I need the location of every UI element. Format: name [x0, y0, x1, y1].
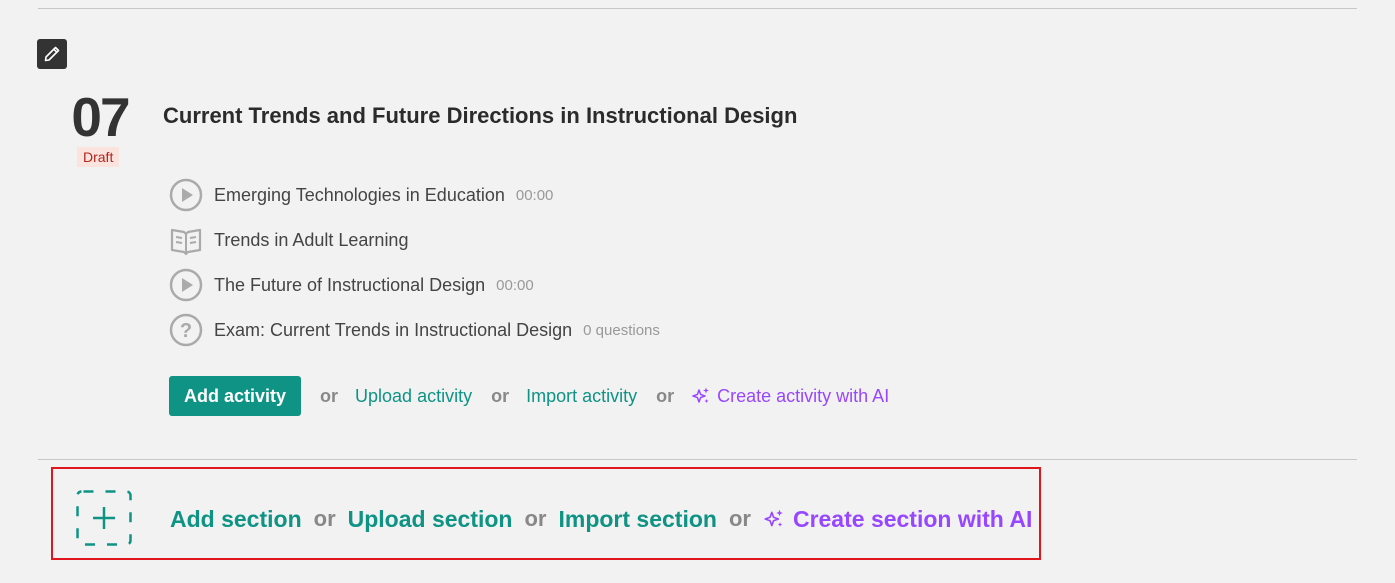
activity-item[interactable]: Trends in Adult Learning — [169, 223, 408, 257]
pencil-icon — [44, 46, 60, 62]
add-section-link[interactable]: Add section — [170, 506, 302, 533]
or-separator: or — [491, 385, 510, 406]
svg-text:?: ? — [180, 320, 192, 342]
activity-name: The Future of Instructional Design — [214, 274, 486, 295]
add-section-plus-button[interactable] — [76, 490, 132, 546]
section-title[interactable]: Current Trends and Future Directions in … — [163, 103, 797, 129]
activity-item[interactable]: ? Exam: Current Trends in Instructional … — [169, 313, 660, 347]
sparkle-icon — [692, 387, 710, 403]
or-separator: or — [313, 506, 336, 531]
activity-duration: 00:00 — [496, 276, 534, 294]
activity-item[interactable]: Emerging Technologies in Education 00:00 — [169, 178, 553, 212]
play-circle-icon — [169, 178, 203, 212]
sparkle-icon — [764, 509, 783, 527]
edit-section-button[interactable] — [37, 39, 67, 69]
or-separator: or — [524, 506, 547, 531]
activity-name: Trends in Adult Learning — [214, 229, 409, 250]
status-badge: Draft — [77, 147, 120, 167]
create-activity-ai-label: Create activity with AI — [717, 385, 890, 406]
divider-top — [38, 8, 1357, 9]
activity-duration: 00:00 — [515, 186, 554, 204]
import-section-link[interactable]: Import section — [558, 506, 716, 533]
section-actions: Add section or Upload section or Import … — [170, 500, 1032, 538]
activity-actions: Add activity or Upload activity or Impor… — [169, 376, 889, 416]
import-activity-link[interactable]: Import activity — [526, 386, 637, 407]
activity-name: Emerging Technologies in Education — [214, 184, 505, 205]
question-circle-icon: ? — [169, 313, 203, 347]
activity-name: Exam: Current Trends in Instructional De… — [214, 319, 573, 340]
upload-activity-link[interactable]: Upload activity — [355, 386, 472, 407]
or-separator: or — [656, 385, 675, 406]
dashed-plus-icon — [76, 490, 132, 546]
section-number: 07 — [71, 86, 130, 148]
book-icon — [169, 223, 203, 257]
activity-question-count: 0 questions — [583, 321, 660, 339]
or-separator: or — [728, 506, 751, 531]
upload-section-link[interactable]: Upload section — [348, 506, 513, 533]
play-circle-icon — [169, 268, 203, 302]
activity-item[interactable]: The Future of Instructional Design 00:00 — [169, 268, 534, 302]
create-activity-ai-link[interactable]: Create activity with AI — [691, 386, 889, 407]
create-section-ai-link[interactable]: Create section with AI — [763, 506, 1032, 533]
add-activity-button[interactable]: Add activity — [169, 376, 302, 416]
or-separator: or — [320, 385, 339, 406]
divider-middle — [38, 459, 1357, 460]
create-section-ai-label: Create section with AI — [792, 505, 1033, 532]
